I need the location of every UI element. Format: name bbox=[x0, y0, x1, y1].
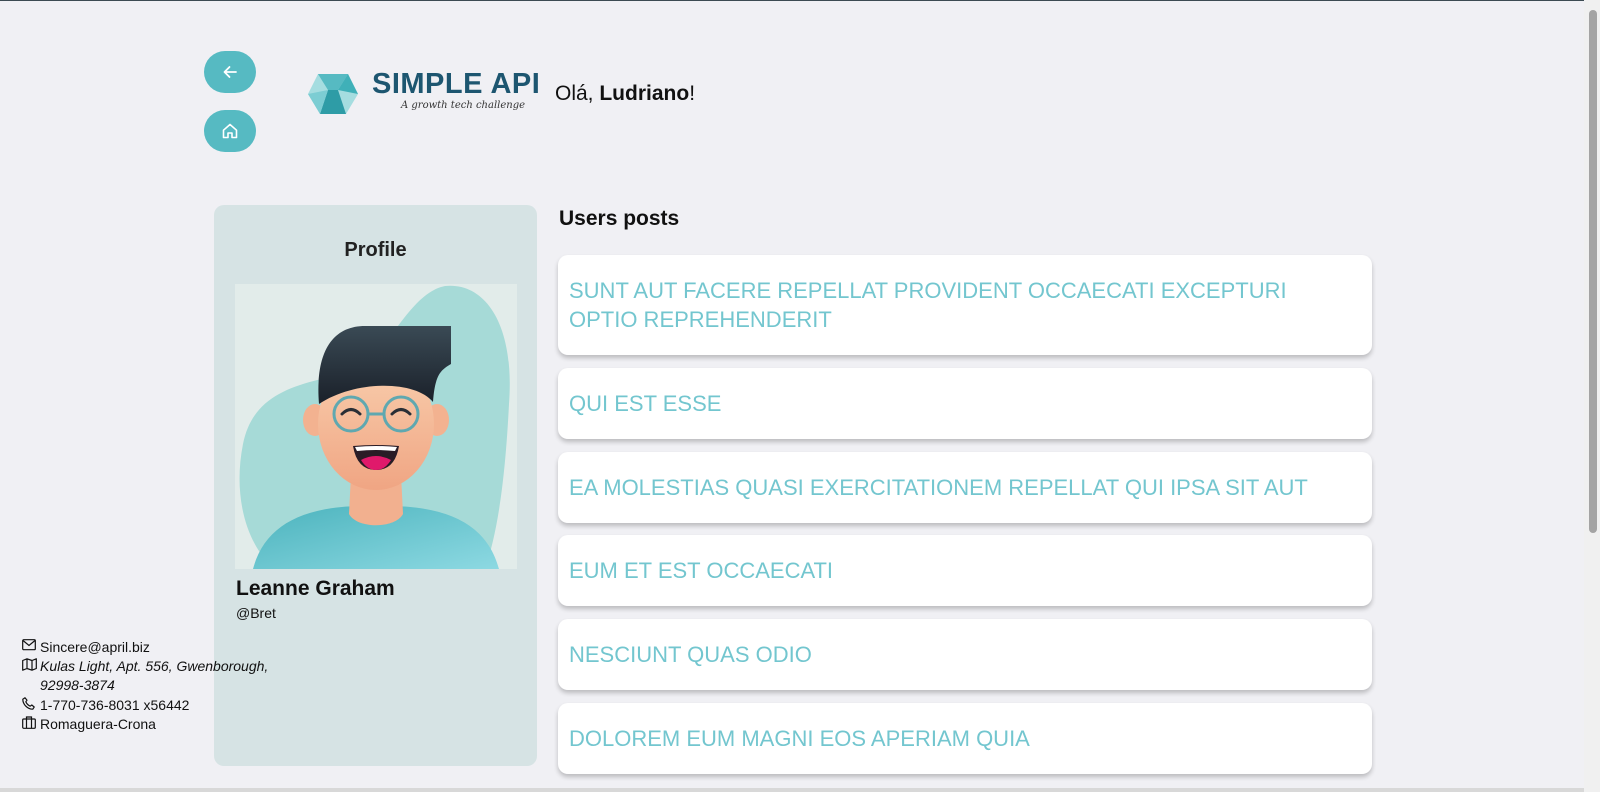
page-scrollbar-thumb[interactable] bbox=[1589, 10, 1597, 533]
profile-company-row: Romaguera-Crona bbox=[22, 715, 282, 734]
window-bottom-edge bbox=[0, 788, 1584, 792]
home-button[interactable] bbox=[204, 110, 256, 152]
post-title[interactable]: EUM ET EST OCCAECATI bbox=[569, 556, 833, 585]
profile-email[interactable]: Sincere@april.biz bbox=[40, 638, 150, 657]
profile-title: Profile bbox=[344, 239, 407, 261]
post-title[interactable]: SUNT AUT FACERE REPELLAT PROVIDENT OCCAE… bbox=[569, 276, 1361, 334]
envelope-icon bbox=[22, 639, 40, 655]
profile-name: Leanne Graham bbox=[236, 577, 395, 600]
window-top-border bbox=[0, 0, 1600, 1]
post-card[interactable]: EA MOLESTIAS QUASI EXERCITATIONEM REPELL… bbox=[558, 452, 1372, 523]
simple-api-logo: SIMPLE API A growth tech challenge bbox=[308, 68, 540, 120]
greeting: Olá, Ludriano! bbox=[555, 82, 695, 106]
logo-tagline: A growth tech challenge bbox=[401, 100, 526, 111]
profile-phone-row: 1-770-736-8031 x56442 bbox=[22, 696, 282, 715]
post-title[interactable]: EA MOLESTIAS QUASI EXERCITATIONEM REPELL… bbox=[569, 473, 1308, 502]
home-icon bbox=[222, 123, 238, 139]
post-card[interactable]: NESCIUNT QUAS ODIO bbox=[558, 619, 1372, 690]
post-card[interactable]: QUI EST ESSE bbox=[558, 368, 1372, 439]
profile-address: Kulas Light, Apt. 556, Gwenborough, 9299… bbox=[40, 658, 269, 693]
profile-email-row: Sincere@april.biz bbox=[22, 638, 282, 657]
avatar bbox=[235, 284, 517, 569]
profile-phone: 1-770-736-8031 x56442 bbox=[40, 697, 190, 713]
arrow-left-icon bbox=[223, 66, 237, 78]
logo-title: SIMPLE API bbox=[372, 68, 541, 100]
post-title[interactable]: QUI EST ESSE bbox=[569, 389, 721, 418]
greeting-suffix: ! bbox=[689, 82, 696, 105]
briefcase-icon bbox=[22, 716, 40, 732]
profile-company: Romaguera-Crona bbox=[40, 716, 156, 732]
post-card[interactable]: EUM ET EST OCCAECATI bbox=[558, 535, 1372, 606]
profile-username: @Bret bbox=[236, 605, 276, 621]
back-button[interactable] bbox=[204, 51, 256, 93]
posts-heading: Users posts bbox=[559, 207, 680, 230]
post-card[interactable]: SUNT AUT FACERE REPELLAT PROVIDENT OCCAE… bbox=[558, 255, 1372, 355]
greeting-user-name: Ludriano bbox=[599, 82, 690, 105]
post-title[interactable]: NESCIUNT QUAS ODIO bbox=[569, 640, 812, 669]
map-icon bbox=[22, 658, 40, 674]
post-card[interactable]: DOLOREM EUM MAGNI EOS APERIAM QUIA bbox=[558, 703, 1372, 774]
post-title[interactable]: DOLOREM EUM MAGNI EOS APERIAM QUIA bbox=[569, 724, 1030, 753]
greeting-prefix: Olá, bbox=[555, 82, 600, 105]
logo-triangle-icon bbox=[308, 74, 358, 114]
phone-icon bbox=[22, 697, 40, 713]
profile-address-row: Kulas Light, Apt. 556, Gwenborough, 9299… bbox=[22, 657, 282, 695]
